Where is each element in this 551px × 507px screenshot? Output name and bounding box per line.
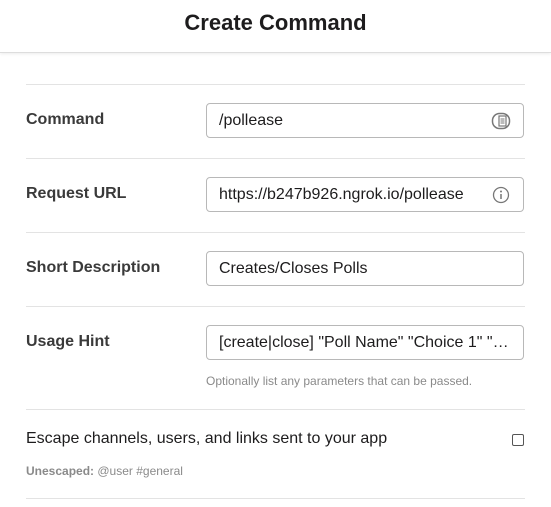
request-url-label: Request URL <box>26 185 127 202</box>
short-description-value: Creates/Closes Polls <box>219 259 368 277</box>
page-title: Create Command <box>184 10 367 35</box>
usage-hint-row: Usage Hint [create|close] "Poll Name" "C… <box>26 325 525 395</box>
divider <box>26 498 525 499</box>
short-description-row: Short Description Creates/Closes Polls <box>26 251 525 286</box>
divider <box>26 232 525 233</box>
modal-header: Create Command <box>0 0 551 53</box>
divider <box>26 158 525 159</box>
request-url-input[interactable]: https://b247b926.ngrok.io/pollease <box>206 177 524 212</box>
divider <box>26 84 525 85</box>
escape-label: Escape channels, users, and links sent t… <box>26 430 388 447</box>
unescaped-key: Unescaped: <box>26 464 95 478</box>
request-url-row: Request URL https://b247b926.ngrok.io/po… <box>26 177 525 212</box>
command-input[interactable]: /pollease <box>206 103 524 138</box>
divider <box>26 306 525 307</box>
command-value: /pollease <box>219 111 284 129</box>
short-description-label: Short Description <box>26 259 161 276</box>
request-url-value: https://b247b926.ngrok.io/pollease <box>219 185 464 203</box>
usage-hint-helper: Optionally list any parameters that can … <box>206 374 473 388</box>
escape-row: Escape channels, users, and links sent t… <box>26 430 525 490</box>
unescaped-value: @user #general <box>97 464 183 478</box>
command-row: Command /pollease <box>26 103 525 138</box>
usage-hint-input[interactable]: [create|close] "Poll Name" "Choice 1" "C… <box>206 325 524 360</box>
divider <box>26 409 525 410</box>
escape-checkbox[interactable] <box>512 434 524 446</box>
command-label: Command <box>26 111 105 128</box>
unescaped-example: Unescaped: @user #general <box>26 464 183 478</box>
short-description-input[interactable]: Creates/Closes Polls <box>206 251 524 286</box>
info-icon[interactable] <box>491 185 511 205</box>
contact-card-icon[interactable] <box>491 111 511 131</box>
usage-hint-label: Usage Hint <box>26 333 110 350</box>
usage-hint-value: [create|close] "Poll Name" "Choice 1" "C… <box>219 333 511 351</box>
